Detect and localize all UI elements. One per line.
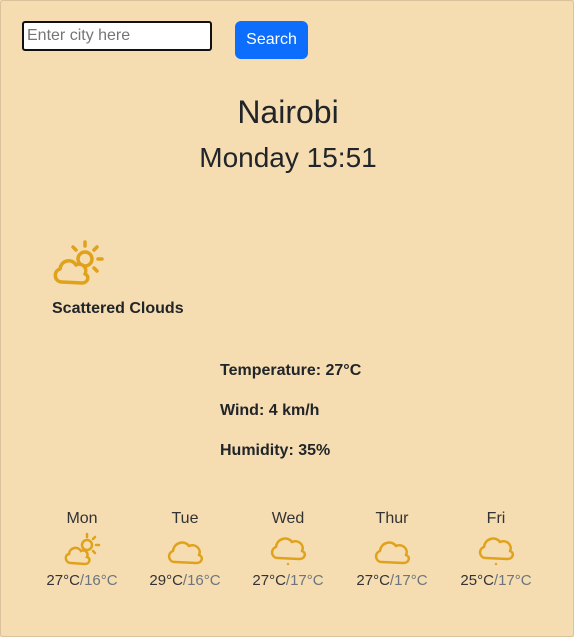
forecast-day-label: Wed (271, 510, 305, 527)
forecast-day-label: Tue (171, 510, 199, 527)
forecast-high: 27°C (252, 572, 286, 589)
forecast-low: 17°C (290, 572, 324, 589)
forecast-day-label: Thur (375, 510, 409, 527)
forecast-day-tue: Tue 29°C/16°C (135, 510, 235, 589)
cloud-drizzle-icon (478, 537, 515, 565)
temperature-reading: Temperature: 27°C (220, 362, 362, 379)
sun-behind-cloud-icon (64, 532, 101, 566)
forecast-high: 27°C (356, 572, 390, 589)
cloud-drizzle-icon (270, 537, 307, 565)
wind-reading: Wind: 4 km/h (220, 402, 320, 419)
forecast-day-mon: Mon 27°C/16°C (32, 510, 132, 589)
forecast-low: 17°C (394, 572, 428, 589)
sun-behind-cloud-icon (53, 240, 104, 285)
current-datetime: Monday 15:51 (199, 142, 377, 173)
forecast-day-wed: Wed 27°C/17°C (238, 510, 338, 589)
forecast-temps: 25°C/17°C (460, 572, 532, 589)
cloud-icon (167, 541, 204, 565)
city-name: Nairobi (237, 94, 339, 130)
cloud-icon (374, 541, 411, 565)
humidity-reading: Humidity: 35% (220, 442, 331, 459)
forecast-temps: 27°C/17°C (252, 572, 324, 589)
forecast-high: 29°C (149, 572, 183, 589)
city-search-input[interactable] (22, 21, 212, 51)
forecast-day-label: Fri (486, 510, 506, 527)
forecast-temps: 27°C/16°C (46, 572, 118, 589)
forecast-high: 25°C (460, 572, 494, 589)
forecast-temps: 27°C/17°C (356, 572, 428, 589)
forecast-low: 16°C (187, 572, 221, 589)
forecast-day-fri: Fri 25°C/17°C (446, 510, 546, 589)
forecast-low: 16°C (84, 572, 118, 589)
search-button[interactable]: Search (235, 21, 308, 59)
forecast-high: 27°C (46, 572, 80, 589)
forecast-day-label: Mon (66, 510, 98, 527)
forecast-day-thur: Thur 27°C/17°C (342, 510, 442, 589)
forecast-low: 17°C (498, 572, 532, 589)
weather-condition: Scattered Clouds (52, 300, 184, 317)
forecast-temps: 29°C/16°C (149, 572, 221, 589)
